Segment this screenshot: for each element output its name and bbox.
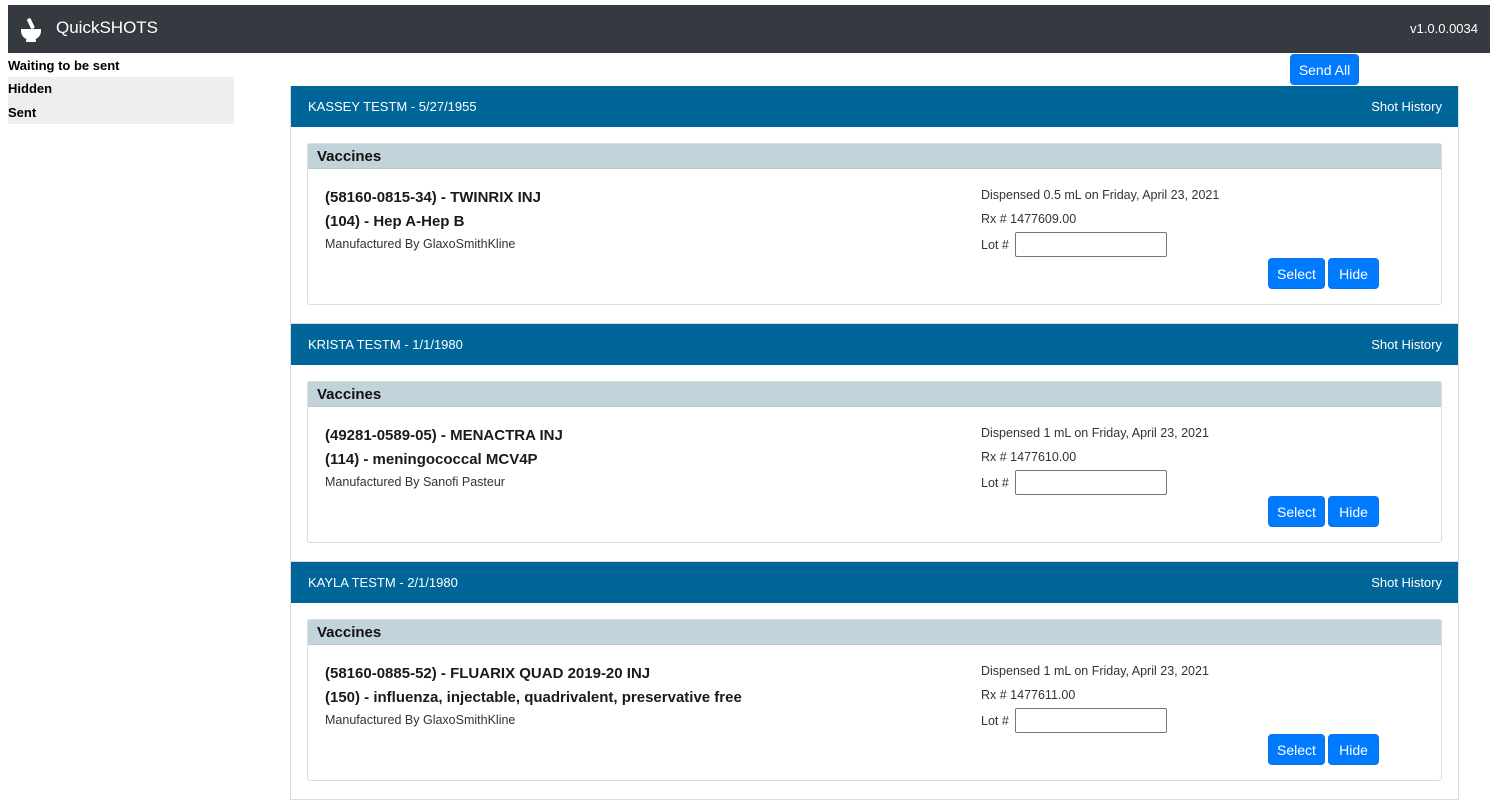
patient-card: KRISTA TESTM - 1/1/1980 Shot History Vac… [290,324,1459,562]
vaccines-title: Vaccines [308,144,1441,169]
dispensed-info: Dispensed 1 mL on Friday, April 23, 2021 [981,664,1209,678]
vaccine-manufacturer: Manufactured By GlaxoSmithKline [325,237,516,251]
vaccine-cvx-description: (150) - influenza, injectable, quadrival… [325,689,742,706]
app-title[interactable]: QuickSHOTS [56,18,158,38]
lot-label: Lot # [981,476,1009,490]
vaccine-manufacturer: Manufactured By GlaxoSmithKline [325,713,516,727]
patient-name-dob: KRISTA TESTM - 1/1/1980 [308,337,463,352]
vaccines-title: Vaccines [308,382,1441,407]
vaccine-ndc-name: (58160-0815-34) - TWINRIX INJ [325,189,541,206]
patient-header: KRISTA TESTM - 1/1/1980 Shot History [291,324,1458,365]
lot-number-input[interactable] [1015,232,1167,257]
patient-name-dob: KASSEY TESTM - 5/27/1955 [308,99,477,114]
select-button[interactable]: Select [1268,734,1325,765]
shot-history-link[interactable]: Shot History [1371,575,1442,590]
hide-button[interactable]: Hide [1328,496,1379,527]
mortar-pestle-icon [21,18,41,42]
lot-label: Lot # [981,714,1009,728]
vaccine-manufacturer: Manufactured By Sanofi Pasteur [325,475,505,489]
lot-label: Lot # [981,238,1009,252]
shot-history-link[interactable]: Shot History [1371,337,1442,352]
select-button[interactable]: Select [1268,496,1325,527]
vaccine-ndc-name: (49281-0589-05) - MENACTRA INJ [325,427,563,444]
top-navbar: QuickSHOTS v1.0.0.0034 [8,5,1490,53]
vaccines-panel: Vaccines (58160-0815-34) - TWINRIX INJ (… [307,143,1442,305]
patient-header: KASSEY TESTM - 5/27/1955 Shot History [291,86,1458,127]
vaccine-cvx-description: (104) - Hep A-Hep B [325,213,465,230]
shot-history-link[interactable]: Shot History [1371,99,1442,114]
patient-header: KAYLA TESTM - 2/1/1980 Shot History [291,562,1458,603]
sidebar-item-waiting[interactable]: Waiting to be sent [8,54,234,77]
dispensed-info: Dispensed 1 mL on Friday, April 23, 2021 [981,426,1209,440]
sidebar-item-hidden[interactable]: Hidden [8,77,234,101]
patient-card: KAYLA TESTM - 2/1/1980 Shot History Vacc… [290,562,1459,800]
hide-button[interactable]: Hide [1328,258,1379,289]
rx-number: Rx # 1477611.00 [981,688,1076,702]
rx-number: Rx # 1477609.00 [981,212,1077,226]
vaccines-panel: Vaccines (58160-0885-52) - FLUARIX QUAD … [307,619,1442,781]
vaccine-cvx-description: (114) - meningococcal MCV4P [325,451,538,468]
hide-button[interactable]: Hide [1328,734,1379,765]
sidebar: Waiting to be sent Hidden Sent [8,54,234,124]
dispensed-info: Dispensed 0.5 mL on Friday, April 23, 20… [981,188,1220,202]
lot-number-input[interactable] [1015,470,1167,495]
vaccines-title: Vaccines [308,620,1441,645]
select-button[interactable]: Select [1268,258,1325,289]
patient-card: KASSEY TESTM - 5/27/1955 Shot History Va… [290,86,1459,324]
sidebar-item-sent[interactable]: Sent [8,100,234,124]
vaccines-panel: Vaccines (49281-0589-05) - MENACTRA INJ … [307,381,1442,543]
send-all-button[interactable]: Send All [1290,54,1359,85]
vaccine-ndc-name: (58160-0885-52) - FLUARIX QUAD 2019-20 I… [325,665,651,682]
app-version: v1.0.0.0034 [1410,21,1478,36]
lot-number-input[interactable] [1015,708,1167,733]
rx-number: Rx # 1477610.00 [981,450,1077,464]
patient-name-dob: KAYLA TESTM - 2/1/1980 [308,575,458,590]
